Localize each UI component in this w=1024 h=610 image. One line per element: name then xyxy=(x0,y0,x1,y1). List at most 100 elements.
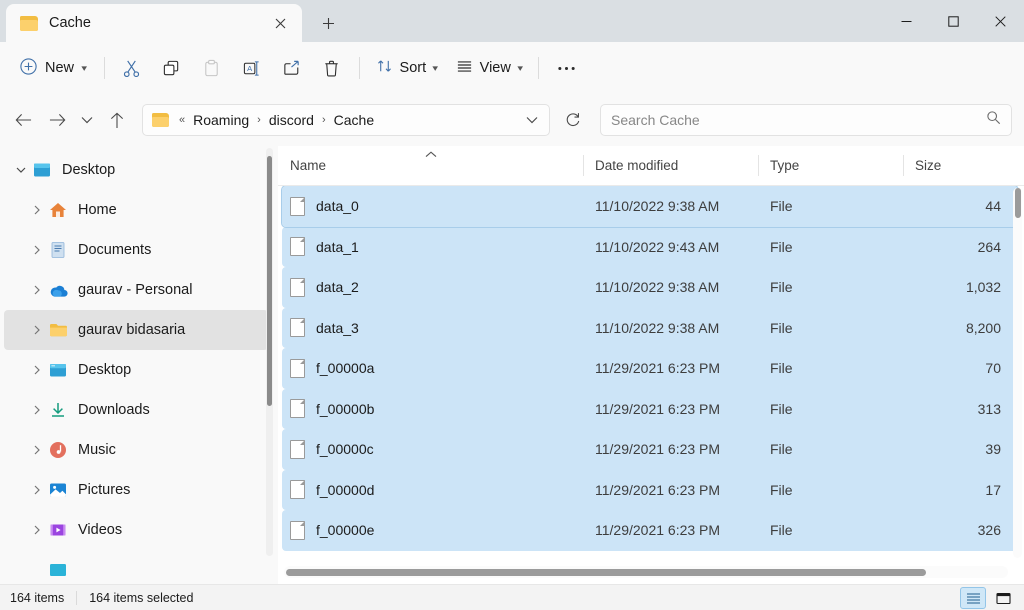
large-icons-view-icon[interactable] xyxy=(990,587,1016,609)
column-header-type[interactable]: Type xyxy=(758,146,903,186)
chevron-right-icon[interactable] xyxy=(26,525,48,535)
file-date-cell: 11/10/2022 9:38 AM xyxy=(595,279,720,296)
delete-icon[interactable] xyxy=(312,51,352,85)
file-size-cell: 326 xyxy=(977,522,1001,539)
search-icon[interactable] xyxy=(986,110,1001,130)
address-bar[interactable]: « Roaming › discord › Cache xyxy=(142,104,550,136)
file-list-vertical-scrollbar[interactable] xyxy=(1013,188,1022,558)
refresh-button[interactable] xyxy=(556,104,590,136)
table-row[interactable]: f_00000e 11/29/2021 6:23 PM File 326 xyxy=(282,510,1018,551)
file-list-horizontal-scrollbar[interactable] xyxy=(284,566,1008,578)
file-name-cell: data_0 xyxy=(282,196,595,216)
minimize-button[interactable] xyxy=(883,0,930,42)
column-header-date-modified[interactable]: Date modified xyxy=(583,146,758,186)
search-input[interactable] xyxy=(611,112,986,128)
sidebar-item-desktop-root[interactable]: Desktop xyxy=(4,150,268,190)
navigation-tree: Desktop Home Documents gaurav - Personal… xyxy=(0,146,278,584)
cut-icon[interactable] xyxy=(112,51,152,85)
sort-button[interactable]: Sort ▾ xyxy=(367,51,447,85)
breadcrumb-separator[interactable]: › xyxy=(321,114,327,126)
sidebar-item-onedrive-personal[interactable]: gaurav - Personal xyxy=(4,270,268,310)
table-row[interactable]: f_00000b 11/29/2021 6:23 PM File 313 xyxy=(282,388,1018,429)
new-button[interactable]: New ▾ xyxy=(12,51,97,85)
chevron-right-icon[interactable] xyxy=(26,365,48,375)
file-size-cell: 8,200 xyxy=(965,319,1001,336)
file-name-cell: f_00000d xyxy=(282,480,595,500)
address-dropdown-icon[interactable] xyxy=(519,106,545,134)
table-row[interactable]: data_0 11/10/2022 9:38 AM File 44 xyxy=(281,186,1019,228)
sidebar-scrollbar[interactable] xyxy=(266,148,273,556)
column-header-name[interactable]: Name xyxy=(278,146,583,186)
see-more-button[interactable] xyxy=(546,51,586,85)
rename-icon[interactable]: A xyxy=(232,51,272,85)
sidebar-item-label: Music xyxy=(78,442,116,458)
sort-ascending-icon xyxy=(424,150,437,161)
sidebar-item-label: Desktop xyxy=(62,162,116,178)
sidebar-item-documents[interactable]: Documents xyxy=(4,230,268,270)
file-name: f_00000c xyxy=(316,441,374,458)
file-name: data_3 xyxy=(316,319,359,336)
chevron-right-icon[interactable] xyxy=(26,405,48,415)
view-button[interactable]: View ▾ xyxy=(447,51,532,85)
table-row[interactable]: f_00000d 11/29/2021 6:23 PM File 17 xyxy=(282,469,1018,510)
file-name: f_00000e xyxy=(316,522,375,539)
maximize-button[interactable] xyxy=(930,0,977,42)
breadcrumb-overflow[interactable]: « xyxy=(178,114,186,126)
breadcrumb-separator[interactable]: › xyxy=(256,114,262,126)
file-icon xyxy=(290,520,305,540)
breadcrumb-item-discord[interactable]: discord xyxy=(264,109,319,131)
sort-icon xyxy=(376,58,393,79)
file-date-cell: 11/29/2021 6:23 PM xyxy=(595,441,721,458)
share-icon[interactable] xyxy=(272,51,312,85)
sidebar-item-partial[interactable] xyxy=(4,550,268,584)
copy-icon[interactable] xyxy=(152,51,192,85)
sidebar-item-music[interactable]: Music xyxy=(4,430,268,470)
up-button[interactable] xyxy=(100,104,134,136)
horizontal-scrollbar-thumb[interactable] xyxy=(286,569,926,576)
desktop-icon xyxy=(32,160,52,180)
search-box[interactable] xyxy=(600,104,1012,136)
sidebar-item-pictures[interactable]: Pictures xyxy=(4,470,268,510)
toolbar-divider xyxy=(103,57,105,79)
chevron-right-icon[interactable] xyxy=(26,245,48,255)
chevron-right-icon[interactable] xyxy=(26,205,48,215)
chevron-down-icon[interactable] xyxy=(10,167,32,174)
chevron-right-icon[interactable] xyxy=(26,325,48,335)
downloads-icon xyxy=(48,400,68,420)
sidebar-item-desktop[interactable]: Desktop xyxy=(4,350,268,390)
new-tab-icon[interactable] xyxy=(308,6,348,40)
chevron-down-icon: ▾ xyxy=(517,62,523,73)
file-size-cell: 1,032 xyxy=(965,279,1001,296)
table-row[interactable]: f_00000c 11/29/2021 6:23 PM File 39 xyxy=(282,429,1018,470)
chevron-right-icon[interactable] xyxy=(26,485,48,495)
column-header-label: Size xyxy=(915,158,942,173)
sidebar-item-videos[interactable]: Videos xyxy=(4,510,268,550)
sidebar-item-downloads[interactable]: Downloads xyxy=(4,390,268,430)
table-row[interactable]: data_2 11/10/2022 9:38 AM File 1,032 xyxy=(282,267,1018,308)
table-row[interactable]: data_1 11/10/2022 9:43 AM File 264 xyxy=(282,226,1018,267)
file-name-cell: data_2 xyxy=(282,277,595,297)
recent-locations-button[interactable] xyxy=(74,104,100,136)
table-row[interactable]: data_3 11/10/2022 9:38 AM File 8,200 xyxy=(282,307,1018,348)
tab-cache[interactable]: Cache xyxy=(6,4,302,42)
file-rows: data_0 11/10/2022 9:38 AM File 44 data_1… xyxy=(278,186,1024,584)
column-header-size[interactable]: Size xyxy=(903,146,993,186)
details-view-icon[interactable] xyxy=(960,587,986,609)
vertical-scrollbar-thumb[interactable] xyxy=(1015,188,1021,218)
file-icon xyxy=(290,318,305,338)
table-row[interactable]: f_00000a 11/29/2021 6:23 PM File 70 xyxy=(282,348,1018,389)
forward-button[interactable] xyxy=(40,104,74,136)
chevron-right-icon[interactable] xyxy=(26,285,48,295)
back-button[interactable] xyxy=(6,104,40,136)
sidebar-item-home[interactable]: Home xyxy=(4,190,268,230)
navigation-pane: Desktop Home Documents gaurav - Personal… xyxy=(0,146,278,584)
sidebar-item-gaurav-bidasaria[interactable]: gaurav bidasaria xyxy=(4,310,268,350)
breadcrumb-item-roaming[interactable]: Roaming xyxy=(188,109,254,131)
file-list-pane: Name Date modified Type Size data_0 11/1… xyxy=(278,146,1024,584)
close-window-button[interactable] xyxy=(977,0,1024,42)
breadcrumb-item-cache[interactable]: Cache xyxy=(329,109,379,131)
close-tab-icon[interactable] xyxy=(266,9,294,37)
sidebar-scrollbar-thumb[interactable] xyxy=(267,156,272,406)
chevron-right-icon[interactable] xyxy=(26,445,48,455)
documents-icon xyxy=(48,240,68,260)
